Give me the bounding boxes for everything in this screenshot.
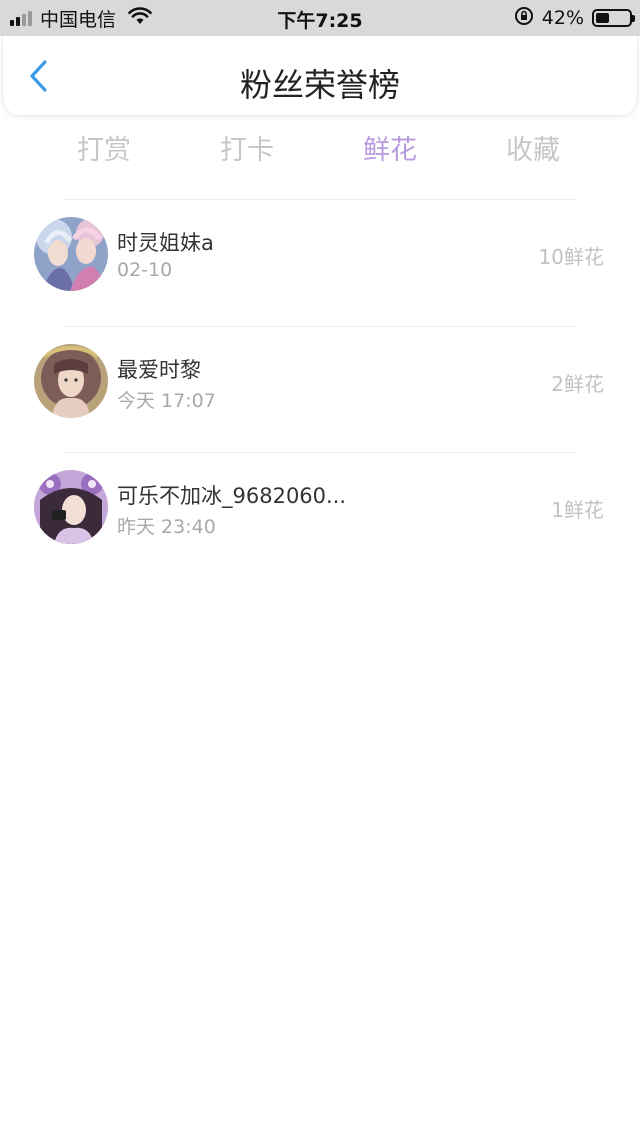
tab-bar: 打赏 打卡 鲜花 收藏 <box>0 128 640 174</box>
tab-flowers[interactable]: 鲜花 <box>320 128 460 167</box>
flower-count: 1鲜花 <box>551 498 604 522</box>
flower-count: 10鲜花 <box>538 245 604 269</box>
avatar[interactable] <box>34 217 108 291</box>
user-name: 可乐不加冰_9682060... <box>117 484 347 508</box>
battery-percent: 42% <box>541 7 584 29</box>
rotation-lock-icon <box>514 6 534 31</box>
list-item[interactable]: 可乐不加冰_9682060... 昨天 23:40 1鲜花 <box>0 470 640 596</box>
avatar[interactable] <box>34 344 108 418</box>
nav-bar: 粉丝荣誉榜 <box>2 36 638 116</box>
user-name: 最爱时黎 <box>117 358 201 382</box>
page-title: 粉丝荣誉榜 <box>239 66 400 104</box>
user-name: 时灵姐妹a <box>117 231 214 255</box>
status-right: 42% <box>514 0 635 36</box>
flower-count: 2鲜花 <box>551 372 604 396</box>
timestamp: 昨天 23:40 <box>117 516 216 538</box>
avatar[interactable] <box>34 470 108 544</box>
tab-checkin[interactable]: 打卡 <box>177 128 317 167</box>
battery-fill <box>596 13 610 23</box>
divider <box>64 199 576 200</box>
tab-reward[interactable]: 打赏 <box>34 128 174 167</box>
list-item[interactable]: 时灵姐妹a 02-10 10鲜花 <box>0 217 640 343</box>
battery-icon <box>592 9 635 27</box>
divider <box>64 452 576 453</box>
divider <box>64 326 576 327</box>
tab-favorites[interactable]: 收藏 <box>463 128 603 167</box>
timestamp: 今天 17:07 <box>117 390 216 412</box>
timestamp: 02-10 <box>117 259 173 281</box>
status-bar: 中国电信 下午7:25 42% <box>0 0 640 36</box>
